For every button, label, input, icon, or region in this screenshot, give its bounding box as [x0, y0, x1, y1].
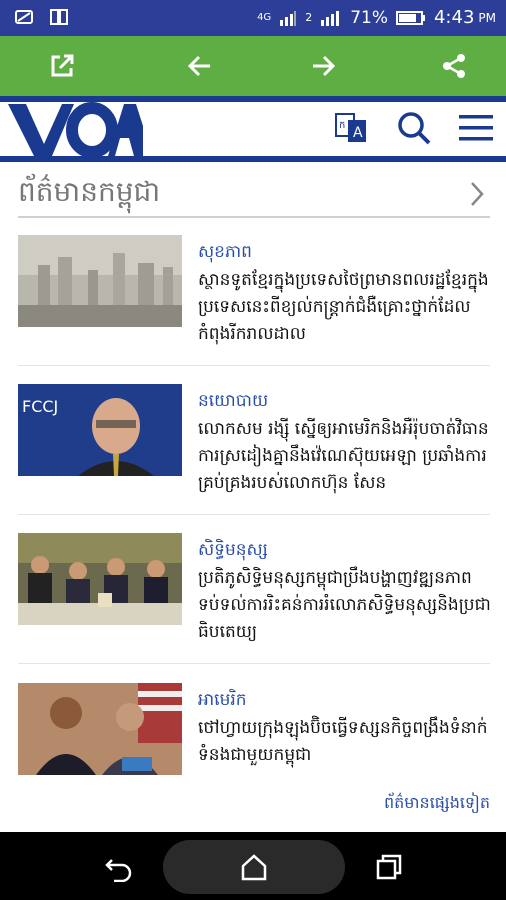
sim2-label: 2	[305, 11, 313, 24]
divider	[18, 663, 490, 664]
article-thumbnail[interactable]	[18, 683, 182, 775]
forward-arrow-icon	[313, 55, 336, 77]
smog-city-image	[18, 235, 182, 327]
divider	[18, 365, 490, 366]
list-item[interactable]: សុខភាព ស្ថានទូតខ្មែរក្នុងប្រទេសថៃព្រមានព…	[18, 235, 490, 385]
open-external-icon	[51, 54, 74, 77]
home-icon[interactable]	[239, 852, 269, 882]
section-title: ព័ត៌មានកម្ពុជា	[18, 175, 161, 208]
article-category[interactable]: សុខភាព	[198, 241, 252, 266]
battery-icon	[395, 10, 425, 25]
article-category[interactable]: នយោបាយ	[198, 390, 268, 415]
clock: 4:43	[433, 7, 475, 28]
clock-ampm: PM	[478, 10, 496, 25]
list-item[interactable]: សិទ្ធិមនុស្ស ប្រតិភូសិទ្ធិមនុស្សកម្ពុជាប…	[18, 533, 491, 683]
more-news-link[interactable]: ព័ត៌មានផ្សេងទៀត	[384, 792, 490, 816]
svg-text:FCCJ: FCCJ	[22, 397, 58, 416]
article-thumbnail[interactable]	[18, 235, 182, 327]
voa-logo[interactable]	[8, 98, 143, 156]
article-headline[interactable]: លោកសម រង្ស៊ី ស្នើឲ្យអាមេរិកនិងអឺរ៉ុបចាត់…	[198, 416, 494, 497]
back-icon[interactable]	[104, 852, 134, 882]
signal-2-icon	[321, 10, 340, 26]
delegation-image	[18, 533, 182, 625]
article-category[interactable]: សិទ្ធិមនុស្ស	[198, 539, 268, 564]
network-type: 4G	[257, 12, 272, 23]
browser-toolbar	[0, 36, 506, 96]
back-button[interactable]	[184, 50, 216, 82]
article-category[interactable]: អាមេរិក	[198, 689, 247, 714]
forward-button[interactable]	[307, 50, 339, 82]
share-button[interactable]	[438, 50, 470, 82]
list-item[interactable]: FCCJ នយោបាយ លោកសម រង្ស៊ី ស្នើឲ្យអាមេរិកន…	[18, 384, 490, 534]
back-arrow-icon	[187, 55, 210, 77]
system-nav-bar	[0, 832, 506, 900]
search-icon[interactable]	[396, 110, 432, 146]
svg-text:A: A	[353, 125, 363, 141]
menu-icon[interactable]	[458, 110, 494, 146]
article-thumbnail[interactable]: FCCJ	[18, 384, 182, 476]
status-bar: 4G 2 71% 4:43 PM	[0, 0, 506, 36]
screen-cast-icon	[15, 10, 33, 24]
article-headline[interactable]: ប្រតិភូសិទ្ធិមនុស្សកម្ពុជាប្រឹងបង្ហាញវឌ្…	[198, 565, 494, 646]
article-thumbnail[interactable]	[18, 533, 182, 625]
recents-icon[interactable]	[374, 852, 404, 882]
divider	[18, 514, 490, 515]
header-bottom-stripe	[0, 156, 506, 162]
open-external-button[interactable]	[46, 50, 78, 82]
chevron-right-icon	[471, 182, 484, 206]
dual-sim-icon	[50, 9, 68, 25]
press-conference-image: FCCJ	[18, 384, 182, 476]
share-icon	[443, 54, 465, 78]
battery-percent: 71%	[350, 7, 388, 28]
section-header[interactable]: ព័ត៌មានកម្ពុជា	[18, 170, 490, 218]
officials-image	[18, 683, 182, 775]
svg-text:ក: ក	[339, 120, 345, 131]
site-header: A ក	[0, 96, 506, 164]
signal-icon	[280, 10, 297, 26]
article-headline[interactable]: ស្ថានទូតខ្មែរក្នុងប្រទេសថៃព្រមានពលរដ្ឋខ្…	[198, 267, 494, 348]
article-headline[interactable]: ថៅហ្វាយក្រុងឡុងប៊ិចធ្វើទស្សនកិច្ចពង្រឹងទ…	[198, 715, 494, 769]
translate-icon[interactable]: A ក	[334, 110, 370, 146]
